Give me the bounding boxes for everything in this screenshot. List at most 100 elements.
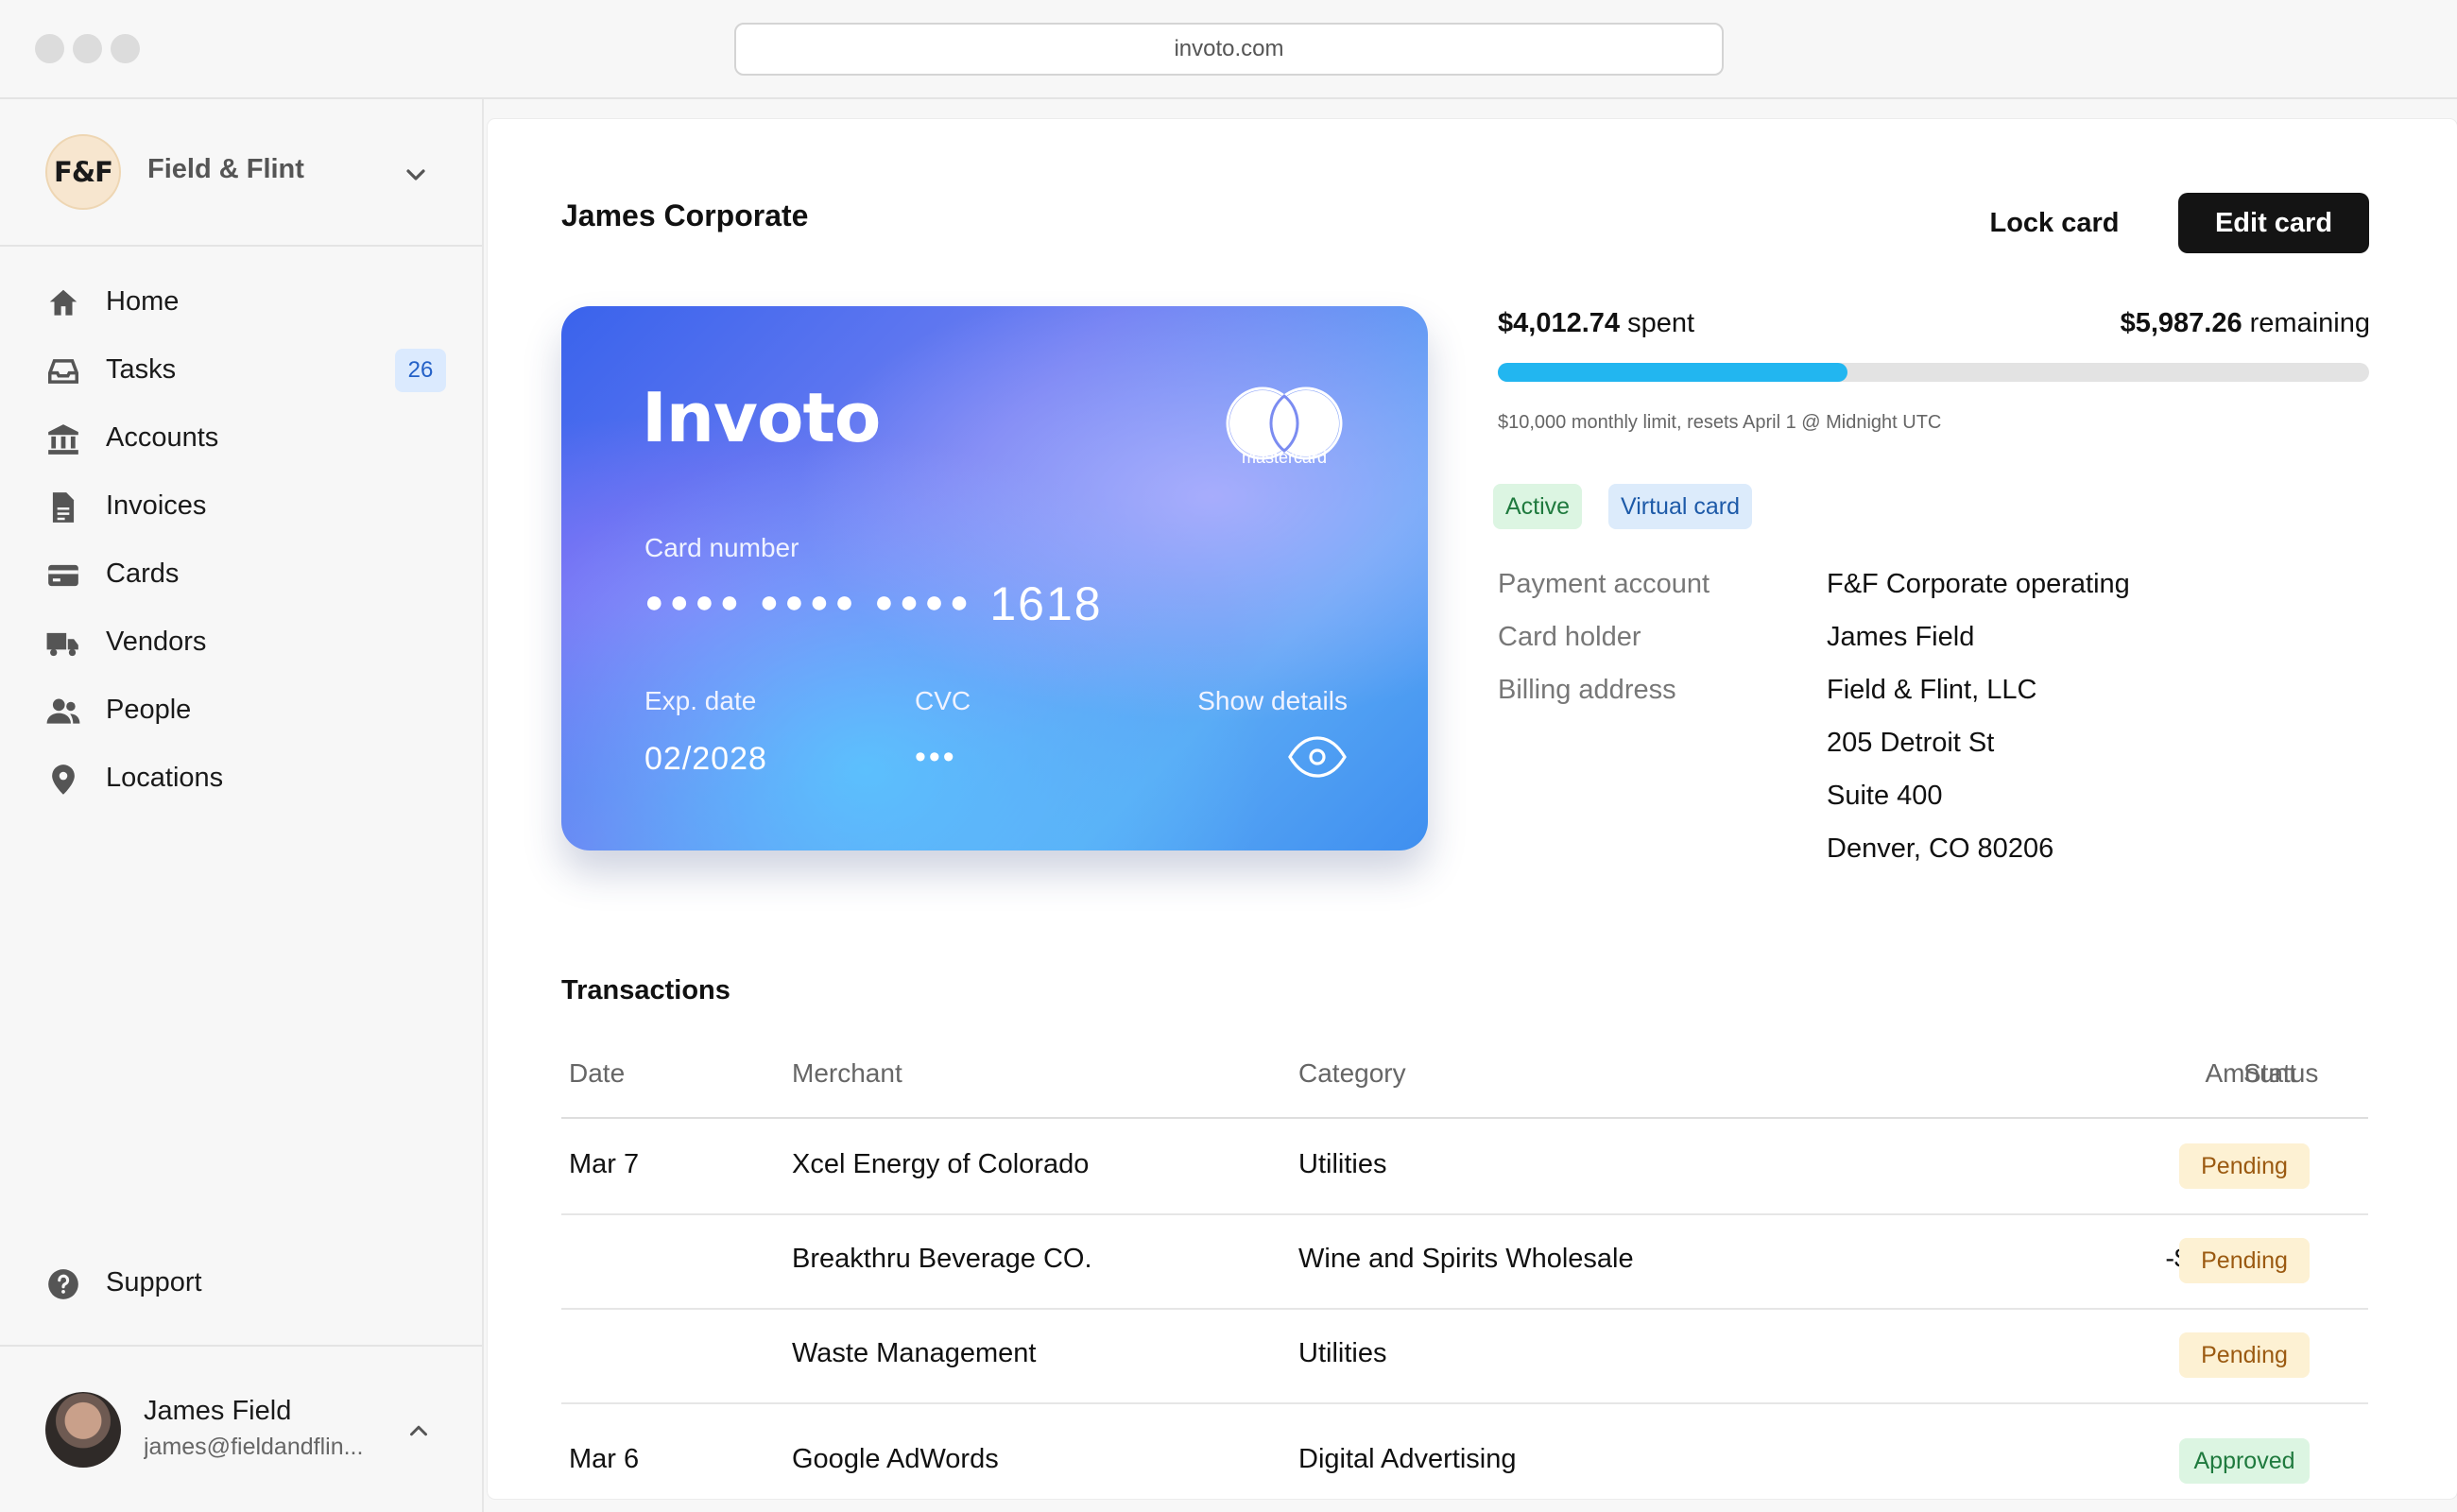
remaining-suffix: remaining	[2242, 308, 2370, 338]
eye-icon[interactable]	[1287, 733, 1348, 781]
window-maximize-dot[interactable]	[111, 34, 140, 63]
user-name: James Field	[144, 1396, 292, 1426]
payment-account-label: Payment account	[1498, 569, 1710, 599]
sidebar-item-people[interactable]: People	[0, 678, 482, 746]
remaining-summary: $5,987.26 remaining	[1990, 308, 2370, 339]
card-number-label: Card number	[644, 533, 799, 562]
spent-summary: $4,012.74 spent	[1498, 308, 1694, 339]
table-row[interactable]: Mar 7 Xcel Energy of Colorado Utilities …	[561, 1121, 2368, 1215]
table-row[interactable]: Breakthru Beverage CO. Wine and Spirits …	[561, 1215, 2368, 1310]
billing-address-line: Denver, CO 80206	[1827, 833, 2054, 864]
sidebar-item-label: Locations	[106, 763, 224, 793]
org-name: Field & Flint	[147, 154, 304, 184]
sidebar-item-locations[interactable]: Locations	[0, 746, 482, 814]
cell-category: Digital Advertising	[1298, 1444, 1517, 1474]
browser-chrome: invoto.com	[0, 0, 2457, 99]
billing-address-line: Suite 400	[1827, 781, 1943, 811]
transactions-title: Transactions	[561, 975, 730, 1005]
sidebar: F&F Field & Flint Home Tasks 26 Accounts…	[0, 99, 484, 1512]
map-pin-icon	[52, 765, 75, 795]
exp-date-value: 02/2028	[644, 741, 767, 777]
cell-merchant: Google AdWords	[792, 1444, 999, 1474]
window-minimize-dot[interactable]	[73, 34, 102, 63]
card-brand-logo: Invoto	[642, 378, 881, 457]
status-badge-virtual-card: Virtual card	[1608, 484, 1752, 529]
billing-address-line: Field & Flint, LLC	[1827, 675, 2037, 705]
user-menu[interactable]: James Field james@fieldandflin...	[0, 1345, 482, 1512]
window-close-dot[interactable]	[35, 34, 64, 63]
chevron-down-icon[interactable]	[401, 160, 431, 190]
card-network-label: mastercard	[1241, 448, 1328, 467]
truck-icon	[46, 632, 78, 657]
chevron-up-icon[interactable]	[404, 1417, 433, 1445]
spend-progress-fill	[1498, 363, 1847, 382]
status-badge: Pending	[2179, 1143, 2310, 1189]
sidebar-item-cards[interactable]: Cards	[0, 541, 482, 610]
address-bar[interactable]: invoto.com	[734, 23, 1724, 76]
table-row[interactable]: Mar 6 Google AdWords Digital Advertising…	[561, 1416, 2368, 1510]
people-icon	[46, 698, 80, 724]
billing-address-label: Billing address	[1498, 675, 1676, 705]
cvc-value: •••	[915, 739, 957, 775]
billing-address-line: 205 Detroit St	[1827, 728, 1995, 758]
card-number-last4: 1618	[989, 577, 1103, 630]
column-header-date[interactable]: Date	[569, 1058, 625, 1089]
credit-card-visual: Invoto mastercard Card number ●●●● ●●●● …	[561, 306, 1428, 850]
sidebar-item-label: Support	[106, 1267, 202, 1297]
column-header-category[interactable]: Category	[1298, 1058, 1406, 1089]
avatar	[45, 1392, 121, 1468]
lock-card-button[interactable]: Lock card	[1965, 193, 2144, 253]
credit-card-icon	[48, 564, 78, 587]
show-details-label: Show details	[1197, 686, 1348, 715]
cell-category: Utilities	[1298, 1338, 1387, 1368]
column-header-status[interactable]: Status	[2243, 1058, 2318, 1089]
sidebar-item-label: People	[106, 695, 192, 725]
sidebar-item-invoices[interactable]: Invoices	[0, 473, 482, 541]
spent-amount: $4,012.74	[1498, 308, 1621, 338]
cell-date: Mar 7	[569, 1149, 640, 1179]
sidebar-item-label: Invoices	[106, 490, 207, 521]
help-icon	[48, 1269, 78, 1299]
cell-merchant: Xcel Energy of Colorado	[792, 1149, 1090, 1179]
sidebar-item-label: Tasks	[106, 354, 177, 385]
sidebar-nav: Home Tasks 26 Accounts Invoices Cards Ve…	[0, 269, 482, 814]
card-number: ●●●● ●●●● ●●●● 1618	[644, 576, 1103, 631]
sidebar-item-vendors[interactable]: Vendors	[0, 610, 482, 678]
edit-card-button[interactable]: Edit card	[2178, 193, 2369, 253]
bank-icon	[48, 424, 78, 455]
cell-merchant: Breakthru Beverage CO.	[792, 1244, 1092, 1274]
card-holder-label: Card holder	[1498, 622, 1641, 652]
limit-note: $10,000 monthly limit, resets April 1 @ …	[1498, 412, 1942, 433]
main-panel: James Corporate Lock card Edit card Invo…	[488, 119, 2457, 1499]
cell-category: Wine and Spirits Wholesale	[1298, 1244, 1634, 1274]
sidebar-item-accounts[interactable]: Accounts	[0, 405, 482, 473]
payment-account-value: F&F Corporate operating	[1827, 569, 2130, 599]
sidebar-item-label: Home	[106, 286, 180, 317]
status-badge: Approved	[2179, 1438, 2310, 1484]
sidebar-item-tasks[interactable]: Tasks 26	[0, 337, 482, 405]
org-switcher[interactable]: F&F Field & Flint	[0, 99, 482, 247]
tasks-count-badge: 26	[395, 349, 446, 392]
column-header-merchant[interactable]: Merchant	[792, 1058, 902, 1089]
remaining-amount: $5,987.26	[2120, 308, 2242, 338]
table-row[interactable]: Waste Management Utilities -$387.62 Pend…	[561, 1310, 2368, 1404]
inbox-icon	[48, 359, 78, 384]
spend-progress-bar	[1498, 363, 2369, 382]
cell-category: Utilities	[1298, 1149, 1387, 1179]
sidebar-item-home[interactable]: Home	[0, 269, 482, 337]
cell-merchant: Waste Management	[792, 1338, 1037, 1368]
table-header: Date Merchant Category Amount Status	[561, 1058, 2368, 1119]
sidebar-item-support[interactable]: Support	[0, 1250, 482, 1318]
sidebar-item-label: Accounts	[106, 422, 219, 453]
home-icon	[49, 289, 77, 316]
sidebar-item-label: Vendors	[106, 627, 207, 657]
page-title: James Corporate	[561, 198, 809, 232]
exp-date-label: Exp. date	[644, 686, 757, 715]
cell-date: Mar 6	[569, 1444, 640, 1474]
status-badge: Pending	[2179, 1238, 2310, 1283]
status-badge-active: Active	[1493, 484, 1583, 529]
status-badge: Pending	[2179, 1332, 2310, 1378]
cvc-label: CVC	[915, 686, 971, 715]
spent-suffix: spent	[1620, 308, 1695, 338]
org-logo: F&F	[45, 134, 121, 210]
